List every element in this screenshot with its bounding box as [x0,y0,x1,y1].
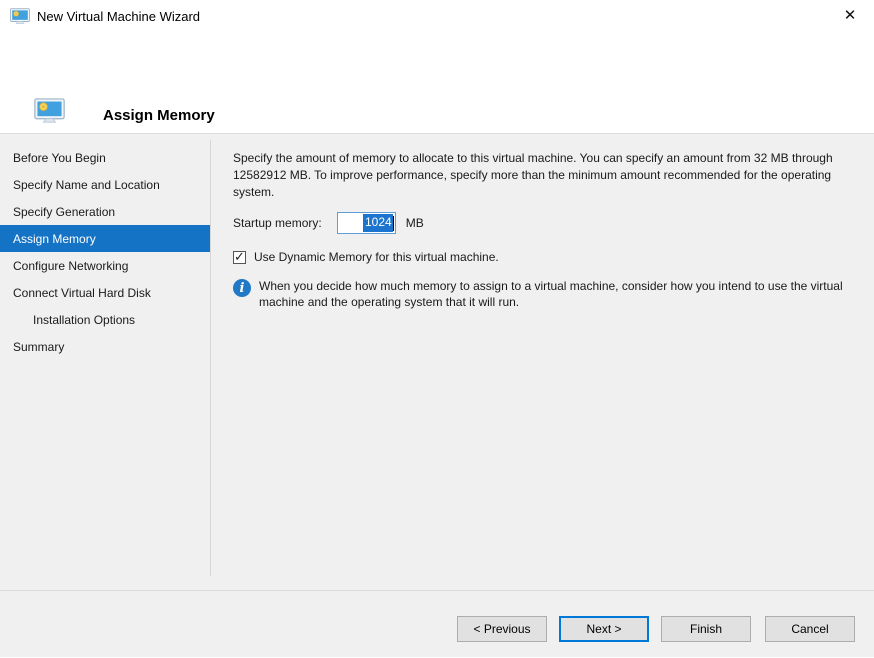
startup-memory-row: Startup memory: 1024 MB [233,211,848,235]
info-icon [233,279,251,297]
startup-memory-label: Startup memory: [233,216,322,230]
vm-monitor-icon [10,7,30,25]
vm-monitor-icon [34,98,65,124]
sidebar-item-connect-virtual-hard-disk: Connect Virtual Hard Disk [13,285,151,300]
wizard-header: Assign Memory [0,32,874,133]
memory-unit-label: MB [405,216,424,230]
sidebar-item-configure-networking: Configure Networking [13,258,129,273]
finish-button[interactable]: Finish [661,616,751,642]
window-title: New Virtual Machine Wizard [37,8,201,24]
close-icon[interactable]: ✕ [838,5,862,27]
next-button[interactable]: Next > [559,616,649,642]
wizard-steps-sidebar: Before You Begin Specify Name and Locati… [0,134,211,590]
sidebar-item-specify-name-and-location: Specify Name and Location [13,177,160,192]
dynamic-memory-label: Use Dynamic Memory for this virtual mach… [254,250,499,264]
title-bar: New Virtual Machine Wizard ✕ [0,0,874,32]
sidebar-item-specify-generation: Specify Generation [13,204,116,219]
dynamic-memory-row: Use Dynamic Memory for this virtual mach… [233,249,848,265]
startup-memory-input[interactable]: 1024 [336,212,396,234]
startup-memory-value: 1024 [363,214,393,232]
page-title: Assign Memory [103,107,215,124]
button-bar: < Previous Next > Finish Cancel [0,590,874,657]
dynamic-memory-checkbox[interactable] [233,249,246,265]
info-note-text: When you decide how much memory to assig… [259,279,843,309]
wizard-window: New Virtual Machine Wizard ✕ Assign Memo… [0,0,874,658]
previous-button[interactable]: < Previous [457,616,547,642]
sidebar-item-assign-memory: Assign Memory [0,225,211,252]
sidebar-item-before-you-begin: Before You Begin [13,150,106,165]
sidebar-item-installation-options: Installation Options [33,312,136,327]
wizard-body: Before You Begin Specify Name and Locati… [0,133,874,590]
text-caret [392,215,394,231]
sidebar-item-summary: Summary [13,339,65,354]
cancel-button[interactable]: Cancel [765,616,855,642]
info-row: When you decide how much memory to assig… [233,278,848,310]
wizard-content: Specify the amount of memory to allocate… [211,134,874,590]
description-text: Specify the amount of memory to allocate… [233,151,833,199]
